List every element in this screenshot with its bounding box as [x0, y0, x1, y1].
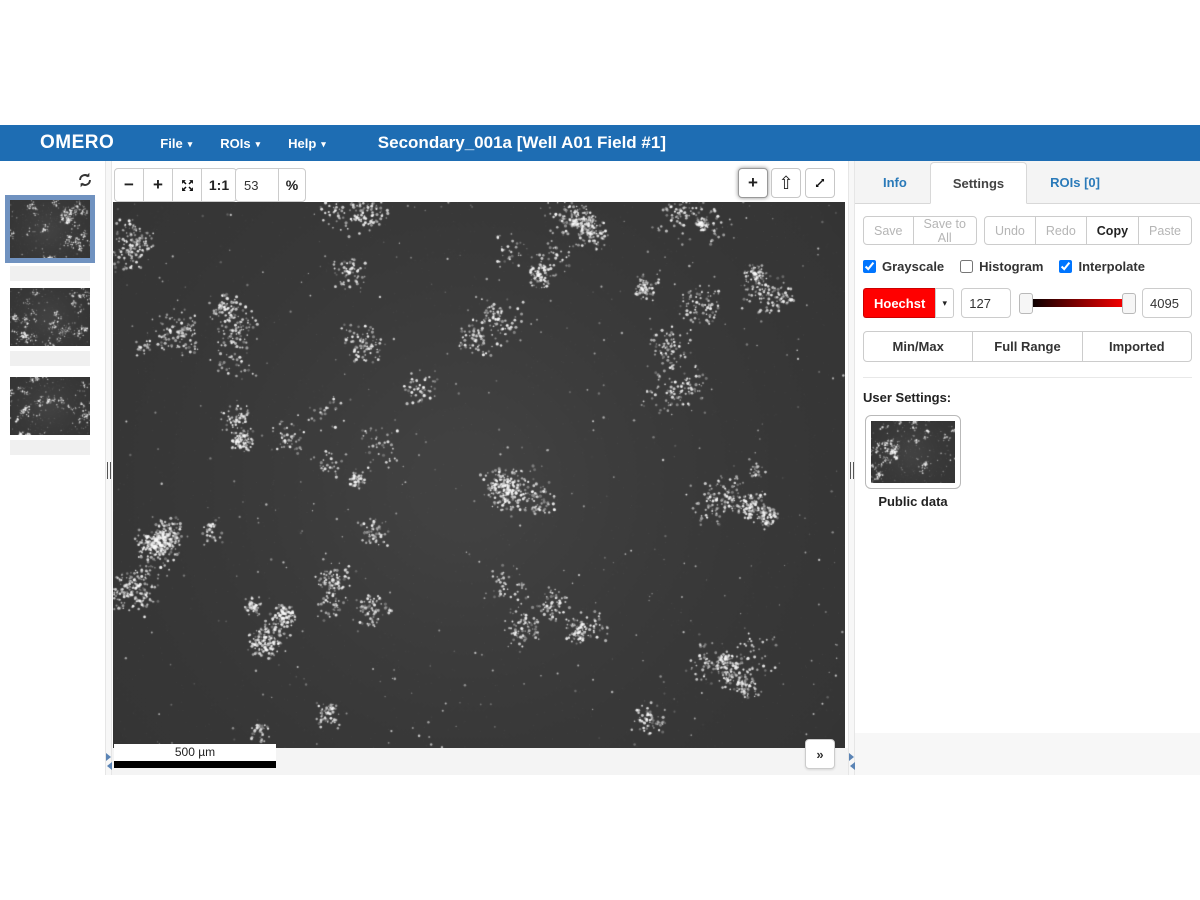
app-header: OMERO File ▾ ROIs ▾ Help ▾ Secondary_001…: [0, 125, 1200, 161]
fit-to-viewport-icon: [180, 178, 195, 193]
histogram-label[interactable]: Histogram: [979, 259, 1043, 274]
panel-tabbar: Info Settings ROIs [0]: [855, 161, 1200, 204]
right-panel: Info Settings ROIs [0] Save Save to All …: [855, 161, 1200, 775]
image-viewer: − + 1:1 % + ⇧: [112, 161, 848, 775]
panel-footer: [855, 733, 1200, 775]
omero-logo[interactable]: OMERO: [40, 132, 114, 154]
thumbnail[interactable]: [10, 377, 90, 435]
history-button-group: Undo Redo Copy Paste: [984, 216, 1192, 245]
channel-slider-handle-max[interactable]: [1122, 293, 1136, 314]
range-button-group: Min/Max Full Range Imported: [863, 331, 1192, 362]
thumbnail[interactable]: [10, 288, 90, 346]
channel-range-slider[interactable]: [1019, 288, 1136, 318]
caret-down-icon: ▾: [321, 140, 326, 149]
grayscale-option: Grayscale: [863, 259, 944, 274]
interpolate-checkbox[interactable]: [1059, 260, 1072, 273]
menu-bar: File ▾ ROIs ▾ Help ▾: [148, 130, 338, 157]
thumbnail-caption-1: [10, 266, 90, 281]
scalebar: 500 µm: [114, 744, 276, 768]
grayscale-label[interactable]: Grayscale: [882, 259, 944, 274]
zoom-percent-input[interactable]: [235, 168, 279, 202]
histogram-checkbox[interactable]: [960, 260, 973, 273]
user-setting-thumbnail[interactable]: [865, 415, 961, 489]
channel-slider-handle-min[interactable]: [1019, 293, 1033, 314]
microscopy-image[interactable]: [113, 202, 845, 748]
resize-diagonal-button[interactable]: [805, 168, 835, 198]
refresh-thumbnails-button[interactable]: [76, 170, 96, 190]
splitter-grip-icon: [107, 462, 111, 479]
save-button[interactable]: Save: [863, 216, 914, 245]
menu-rois[interactable]: ROIs ▾: [208, 130, 272, 157]
thumbnail-caption-2: [10, 351, 90, 366]
channel-name[interactable]: Hoechst: [863, 288, 935, 318]
tab-info[interactable]: Info: [860, 161, 930, 203]
add-region-button[interactable]: +: [738, 168, 768, 198]
channel-window-end-input[interactable]: [1142, 288, 1192, 318]
channel-window-start-input[interactable]: [961, 288, 1011, 318]
paste-button[interactable]: Paste: [1138, 216, 1192, 245]
channel-toggle-button[interactable]: Hoechst ▾: [863, 288, 954, 318]
thumbnail-sidebar: [0, 161, 105, 775]
splitter-grip-icon: [850, 462, 854, 479]
one-to-one-zoom-button[interactable]: 1:1: [201, 168, 237, 202]
image-title: Secondary_001a [Well A01 Field #1]: [378, 133, 666, 153]
zoom-in-button[interactable]: +: [143, 168, 173, 202]
interpolate-label[interactable]: Interpolate: [1078, 259, 1144, 274]
diagonal-arrow-icon: [813, 176, 827, 190]
right-splitter[interactable]: [848, 161, 855, 775]
menu-file[interactable]: File ▾: [148, 130, 204, 157]
interpolate-option: Interpolate: [1059, 259, 1144, 274]
zoom-out-button[interactable]: −: [114, 168, 144, 202]
menu-rois-label: ROIs: [220, 136, 250, 151]
divider: [863, 377, 1192, 378]
caret-down-icon: ▾: [188, 140, 193, 149]
thumbnail-image-2: [10, 288, 90, 346]
user-setting-thumbnail-label: Public data: [863, 494, 963, 509]
thumbnail-item-3: [10, 377, 90, 455]
expand-more-button[interactable]: »: [805, 739, 835, 769]
refresh-icon: [76, 171, 94, 189]
copy-button[interactable]: Copy: [1086, 216, 1139, 245]
tab-rois[interactable]: ROIs [0]: [1027, 161, 1123, 203]
scalebar-bar: [114, 761, 276, 768]
left-splitter[interactable]: [105, 161, 112, 775]
redo-button[interactable]: Redo: [1035, 216, 1087, 245]
thumbnail-selected[interactable]: [10, 200, 90, 258]
thumbnail-image-3: [10, 377, 90, 435]
channel-slider-track: [1028, 299, 1127, 307]
settings-actions: Save Save to All Undo Redo Copy Paste: [863, 216, 1192, 245]
undo-button[interactable]: Undo: [984, 216, 1036, 245]
tab-settings[interactable]: Settings: [930, 162, 1027, 204]
save-to-all-button[interactable]: Save to All: [913, 216, 978, 245]
imported-button[interactable]: Imported: [1082, 331, 1192, 362]
grayscale-checkbox[interactable]: [863, 260, 876, 273]
scalebar-label: 500 µm: [114, 744, 276, 761]
thumbnail-image-1: [10, 200, 90, 258]
user-setting-thumbnail-image: [871, 421, 955, 483]
menu-help[interactable]: Help ▾: [276, 130, 338, 157]
thumbnail-item-2: [10, 288, 90, 366]
histogram-option: Histogram: [960, 259, 1043, 274]
upload-arrow-button[interactable]: ⇧: [771, 168, 801, 198]
settings-panel-body: Save Save to All Undo Redo Copy Paste Gr…: [855, 204, 1200, 509]
channel-row: Hoechst ▾: [863, 288, 1192, 318]
channel-dropdown-button[interactable]: ▾: [935, 288, 954, 318]
percent-button[interactable]: %: [278, 168, 306, 202]
thumbnail-caption-3: [10, 440, 90, 455]
thumbnail-item-1: [10, 200, 90, 281]
caret-down-icon: ▾: [256, 140, 261, 149]
page: OMERO File ▾ ROIs ▾ Help ▾ Secondary_001…: [0, 0, 1200, 900]
fit-to-viewport-button[interactable]: [172, 168, 202, 202]
menu-help-label: Help: [288, 136, 316, 151]
min-max-button[interactable]: Min/Max: [863, 331, 973, 362]
user-settings-heading: User Settings:: [863, 390, 1192, 405]
menu-file-label: File: [160, 136, 182, 151]
full-range-button[interactable]: Full Range: [972, 331, 1082, 362]
zoom-controls: − + 1:1: [114, 168, 237, 202]
zoom-percentage-control: %: [235, 168, 306, 202]
render-option-checkboxes: Grayscale Histogram Interpolate: [863, 259, 1192, 274]
save-button-group: Save Save to All: [863, 216, 977, 245]
